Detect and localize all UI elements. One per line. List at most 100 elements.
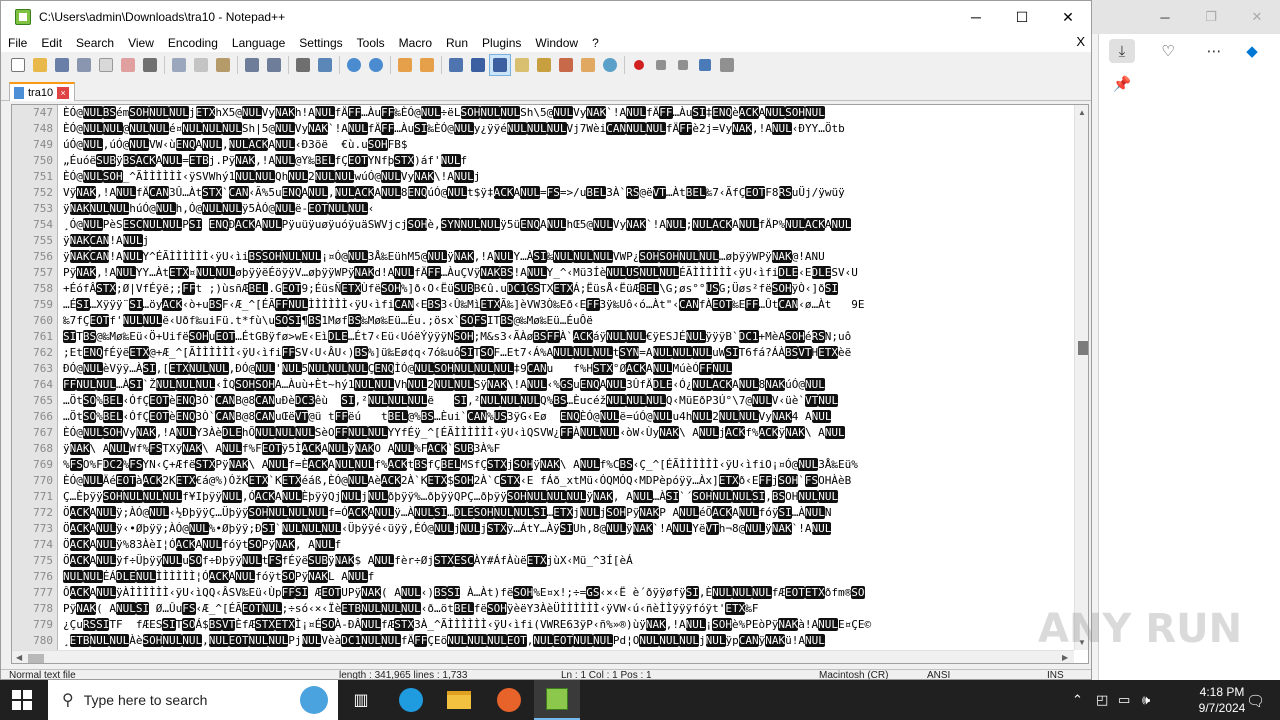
- line-number: 756: [33, 250, 53, 263]
- stop-macro-icon[interactable]: [650, 54, 672, 76]
- windows-start-icon[interactable]: [12, 690, 32, 710]
- menu-plugins[interactable]: Plugins: [475, 36, 528, 50]
- scroll-up-icon[interactable]: ▲: [1078, 108, 1086, 117]
- code-line: ¸Ó@NULPèSESCNULNULPSI ENQÐACKANULPÿuüÿuø…: [63, 218, 852, 231]
- line-number: 757: [33, 266, 53, 279]
- tab-tra10[interactable]: tra10 ×: [9, 82, 75, 101]
- monitoring-icon[interactable]: [599, 54, 621, 76]
- zoom-in-icon[interactable]: [343, 54, 365, 76]
- code-line: PÿNAK( ANULSI Ø…ÛuFS‹Æ_^[ÉÃEOTNUL;÷só‹×‹…: [63, 602, 759, 615]
- more-options-icon[interactable]: ⋯: [1201, 39, 1227, 63]
- folder-as-workspace-icon[interactable]: [577, 54, 599, 76]
- line-number: 769: [33, 458, 53, 471]
- vertical-scroll-thumb[interactable]: [1078, 341, 1088, 355]
- menu-tools[interactable]: Tools: [350, 36, 392, 50]
- minimize-button[interactable]: ─: [953, 1, 999, 33]
- menu-macro[interactable]: Macro: [392, 36, 439, 50]
- record-macro-icon[interactable]: [628, 54, 650, 76]
- show-all-chars-icon[interactable]: [467, 54, 489, 76]
- edge-taskbar-icon[interactable]: [388, 680, 434, 720]
- scroll-left-icon[interactable]: ◀: [16, 653, 22, 662]
- menu-help[interactable]: ?: [585, 36, 606, 50]
- browser-essentials-icon[interactable]: ♡: [1155, 39, 1181, 63]
- run-macro-multiple-icon[interactable]: [694, 54, 716, 76]
- zoom-out-icon[interactable]: [365, 54, 387, 76]
- vertical-scrollbar[interactable]: ▲ ▼: [1074, 105, 1088, 650]
- document-map-icon[interactable]: [533, 54, 555, 76]
- code-line: PÿNAK,!ANULYY…ÀtETX¤NULNULøþÿÿëÉöÿÿV…øþÿ…: [63, 266, 858, 279]
- menu-search[interactable]: Search: [69, 36, 121, 50]
- line-number: 767: [33, 426, 53, 439]
- line-number: 773: [33, 522, 53, 535]
- editor-area[interactable]: 747 748 749 750 751 752 753 754 755 756 757 758 759 7…: [11, 104, 1089, 664]
- word-wrap-icon[interactable]: [445, 54, 467, 76]
- horizontal-scroll-thumb[interactable]: [28, 654, 44, 663]
- cut-icon[interactable]: [168, 54, 190, 76]
- task-view-icon[interactable]: ▥: [338, 680, 384, 720]
- notifications-icon[interactable]: 🗨: [1246, 692, 1265, 710]
- save-icon[interactable]: [51, 54, 73, 76]
- indent-guide-icon[interactable]: [489, 54, 511, 76]
- edge-title-bar: ─ ❐ ✕: [1092, 0, 1280, 34]
- network-icon[interactable]: ▭: [1118, 692, 1130, 708]
- find-icon[interactable]: [292, 54, 314, 76]
- close-all-icon[interactable]: [117, 54, 139, 76]
- menu-view[interactable]: View: [121, 36, 161, 50]
- volume-icon[interactable]: 🕪: [1142, 692, 1150, 708]
- play-macro-icon[interactable]: [672, 54, 694, 76]
- tab-close-icon[interactable]: ×: [57, 86, 70, 99]
- menu-edit[interactable]: Edit: [34, 36, 69, 50]
- open-file-icon[interactable]: [29, 54, 51, 76]
- sync-horizontal-icon[interactable]: [416, 54, 438, 76]
- taskbar: ⚲ Type here to search ▥ ⌃ ◰ ▭ 🕪 4:18 PM …: [0, 680, 1280, 720]
- redo-icon[interactable]: [263, 54, 285, 76]
- undo-icon[interactable]: [241, 54, 263, 76]
- function-list-icon[interactable]: [555, 54, 577, 76]
- close-document-button[interactable]: X: [1076, 34, 1085, 49]
- taskbar-search-box[interactable]: ⚲ Type here to search: [48, 680, 338, 720]
- edge-browser-window: ─ ❐ ✕ ⤓ ♡ ⋯ ◆ 📌: [1092, 0, 1280, 680]
- menu-window[interactable]: Window: [528, 36, 585, 50]
- menu-settings[interactable]: Settings: [292, 36, 349, 50]
- tray-chevron-icon[interactable]: ⌃: [1072, 692, 1083, 708]
- edge-restore-icon[interactable]: ❐: [1188, 0, 1234, 34]
- line-number: 748: [33, 122, 53, 135]
- line-number: 749: [33, 138, 53, 151]
- file-explorer-icon[interactable]: [436, 680, 482, 720]
- scroll-right-icon[interactable]: ▶: [1062, 653, 1068, 662]
- code-line: ÈÓ@NULSOH_^ÃÌÌÌÌÌÌ‹ÿSVWhý1NULNULQhNUL2NU…: [63, 170, 481, 183]
- copy-icon[interactable]: [190, 54, 212, 76]
- close-button[interactable]: ✕: [1045, 1, 1091, 33]
- edge-close-icon[interactable]: ✕: [1234, 0, 1280, 34]
- code-line: Ç…ÈþÿÿSOHNULNULNULf¥IþÿÿNUL,ÓACKANULÈþÿÿ…: [63, 490, 839, 503]
- pin-icon[interactable]: 📌: [1109, 72, 1135, 96]
- replace-icon[interactable]: [314, 54, 336, 76]
- edge-minimize-icon[interactable]: ─: [1142, 0, 1188, 34]
- code-line: ;EtENQfÉÿëETX@+Æ_^[ÃÌÌÌÌÌÌ‹ÿU‹ìfiFFSV‹U‹…: [63, 346, 852, 359]
- tray-app-icon[interactable]: ◰: [1096, 692, 1108, 708]
- code-line: %FSO%FDC2%FSYN‹Ç+ÆfëSTXPÿNAK\ ANULf=ÈACK…: [63, 458, 858, 471]
- menu-run[interactable]: Run: [439, 36, 475, 50]
- menu-encoding[interactable]: Encoding: [161, 36, 225, 50]
- downloads-icon[interactable]: ⤓: [1109, 39, 1135, 63]
- firefox-icon[interactable]: [486, 680, 532, 720]
- notepadpp-app-icon: [15, 9, 31, 25]
- new-file-icon[interactable]: [7, 54, 29, 76]
- toolbar-separator: [164, 56, 165, 74]
- menu-file[interactable]: File: [1, 36, 34, 50]
- save-all-icon[interactable]: [73, 54, 95, 76]
- close-file-icon[interactable]: [95, 54, 117, 76]
- taskbar-clock[interactable]: 4:18 PM 9/7/2024: [1190, 684, 1254, 716]
- print-icon[interactable]: [139, 54, 161, 76]
- language-icon[interactable]: [511, 54, 533, 76]
- maximize-button[interactable]: ☐: [999, 1, 1045, 33]
- sync-vertical-icon[interactable]: [394, 54, 416, 76]
- toolbar-separator: [624, 56, 625, 74]
- title-bar[interactable]: C:\Users\admin\Downloads\tra10 - Notepad…: [1, 1, 1091, 33]
- horizontal-scrollbar[interactable]: ◀ ▶: [12, 650, 1074, 663]
- notepadpp-taskbar-icon[interactable]: [534, 680, 580, 720]
- paste-icon[interactable]: [212, 54, 234, 76]
- save-macro-icon[interactable]: [716, 54, 738, 76]
- menu-language[interactable]: Language: [225, 36, 292, 50]
- copilot-icon[interactable]: ◆: [1239, 39, 1265, 63]
